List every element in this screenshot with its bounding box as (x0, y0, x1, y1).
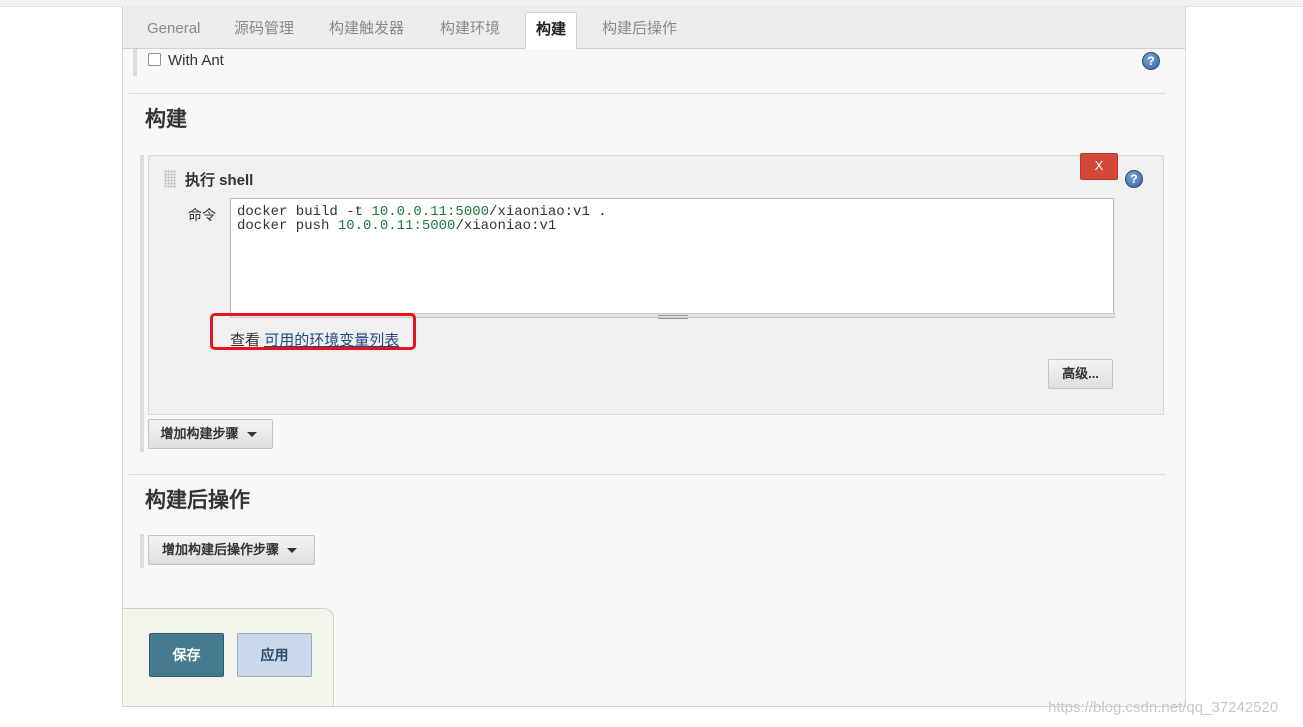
post-build-section-title: 构建后操作 (145, 489, 250, 512)
section-indent-bar (133, 49, 137, 76)
command-line: docker push 10.0.0.11:5000/xiaoniao:v1 (237, 218, 557, 234)
drag-handle-icon[interactable] (164, 170, 176, 188)
build-steps-indent-bar (140, 155, 144, 452)
add-post-build-step-button[interactable]: 增加构建后操作步骤 (148, 535, 315, 565)
tab-general[interactable]: General (137, 12, 210, 48)
command-textarea[interactable]: docker build -t 10.0.0.11:5000/xiaoniao:… (230, 198, 1114, 314)
add-post-build-step-label: 增加构建后操作步骤 (161, 542, 279, 557)
with-ant-checkbox[interactable] (148, 53, 161, 66)
bottom-action-bar: 保存 应用 (123, 608, 334, 706)
resize-grip-icon (658, 315, 688, 319)
chevron-down-icon (287, 548, 297, 554)
tab-build[interactable]: 构建 (525, 12, 578, 49)
tab-build-triggers[interactable]: 构建触发器 (319, 12, 414, 48)
add-build-step-label: 增加构建步骤 (160, 426, 239, 441)
with-ant-label: With Ant (168, 52, 224, 69)
build-section-title: 构建 (145, 108, 187, 131)
delete-step-button[interactable]: X (1080, 153, 1118, 180)
tab-source-management[interactable]: 源码管理 (224, 12, 304, 48)
execute-shell-help-icon[interactable]: ? (1125, 170, 1143, 188)
with-ant-help-icon[interactable]: ? (1142, 52, 1160, 70)
execute-shell-step: 执行 shell X 命令 docker build -t 10.0.0.11:… (148, 153, 1164, 415)
watermark: https://blog.csdn.net/qq_37242520 (1048, 699, 1279, 716)
post-build-indent-bar (140, 534, 144, 568)
highlight-annotation-box (210, 313, 416, 350)
config-tabs: General 源码管理 构建触发器 构建环境 构建 构建后操作 (123, 6, 1185, 49)
command-label: 命令 (188, 207, 216, 223)
save-button[interactable]: 保存 (149, 633, 224, 677)
tab-build-environment[interactable]: 构建环境 (430, 12, 510, 48)
add-build-step-button[interactable]: 增加构建步骤 (148, 419, 273, 449)
divider (129, 474, 1166, 475)
divider (129, 93, 1166, 94)
tab-post-build[interactable]: 构建后操作 (592, 12, 687, 48)
advanced-button[interactable]: 高级... (1048, 359, 1113, 389)
step-title: 执行 shell (185, 172, 254, 189)
config-panel: General 源码管理 构建触发器 构建环境 构建 构建后操作 With An… (122, 6, 1186, 707)
apply-button[interactable]: 应用 (237, 633, 312, 677)
chevron-down-icon (246, 432, 257, 438)
